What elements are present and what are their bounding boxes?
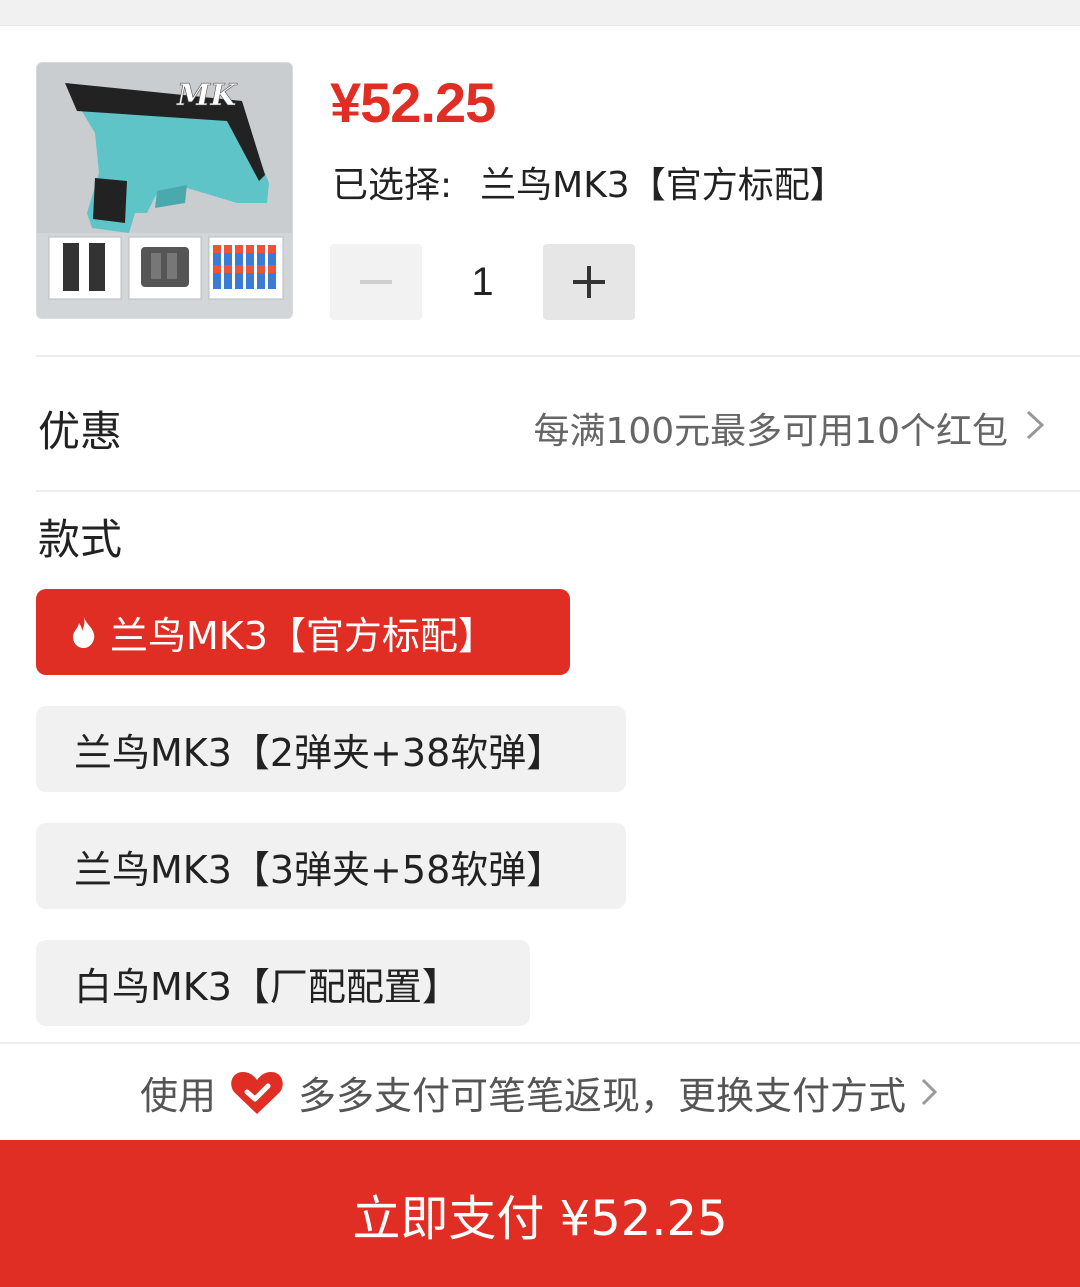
product-image[interactable]: MK <box>36 62 293 319</box>
style-option-3-mags[interactable]: 兰鸟MK3【3弹夹+58软弹】 <box>36 823 626 909</box>
product-summary: MK ¥52.25 已选择: 兰鸟MK3【官方标配】 1 <box>36 62 1080 322</box>
style-option-2-mags[interactable]: 兰鸟MK3【2弹夹+38软弹】 <box>36 706 626 792</box>
selected-label: 已选择: <box>332 165 453 206</box>
promo-value: 每满100元最多可用10个红包 <box>533 411 1008 452</box>
promo-title: 优惠 <box>38 407 123 456</box>
style-option-label: 兰鸟MK3【2弹夹+38软弹】 <box>74 730 565 775</box>
selected-variant: 已选择: 兰鸟MK3【官方标配】 <box>332 156 846 208</box>
style-section-title: 款式 <box>38 515 123 564</box>
chevron-right-icon <box>1026 410 1045 440</box>
selected-value: 兰鸟MK3【官方标配】 <box>480 165 846 206</box>
payment-hint-prefix: 使用 <box>139 1073 216 1118</box>
style-option-official[interactable]: 兰鸟MK3【官方标配】 <box>36 589 570 675</box>
toy-blaster-product-image: MK <box>37 63 292 318</box>
style-option-label: 兰鸟MK3【官方标配】 <box>110 613 496 658</box>
increase-quantity-button[interactable] <box>543 244 635 320</box>
divider <box>36 490 1080 492</box>
product-price: ¥52.25 <box>330 71 496 134</box>
svg-text:MK: MK <box>176 78 238 113</box>
style-option-white-bird[interactable]: 白鸟MK3【厂配配置】 <box>36 940 530 1026</box>
duoduo-pay-icon <box>231 1072 283 1114</box>
decrease-quantity-button[interactable] <box>330 244 422 320</box>
payment-hint-text: 多多支付可笔笔返现，更换支付方式 <box>298 1073 907 1118</box>
top-strip <box>0 0 1080 26</box>
style-option-label: 兰鸟MK3【3弹夹+58软弹】 <box>74 847 565 892</box>
pay-now-button[interactable]: 立即支付 ¥52.25 <box>0 1140 1080 1287</box>
promo-row[interactable]: 优惠 每满100元最多可用10个红包 <box>0 358 1080 490</box>
divider <box>36 355 1080 357</box>
fire-icon <box>73 617 95 648</box>
chevron-right-icon <box>921 1078 938 1106</box>
plus-icon <box>573 266 605 298</box>
style-option-label: 白鸟MK3【厂配配置】 <box>74 964 460 1009</box>
minus-icon <box>360 280 392 284</box>
payment-method-row[interactable]: 使用 多多支付可笔笔返现，更换支付方式 <box>0 1042 1080 1140</box>
quantity-stepper: 1 <box>330 244 650 320</box>
quantity-value[interactable]: 1 <box>422 244 543 320</box>
